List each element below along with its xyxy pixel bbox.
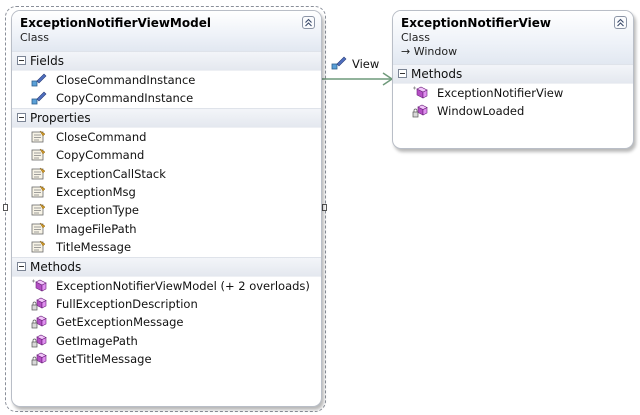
property-icon <box>31 148 46 161</box>
method-icon <box>31 315 47 329</box>
property-name: CopyCommand <box>56 148 145 163</box>
method-name: GetTitleMessage <box>56 352 152 367</box>
method-row[interactable]: GetTitleMessage <box>12 350 321 368</box>
class-header[interactable]: ExceptionNotifierViewModel Class <box>12 11 321 51</box>
method-row[interactable]: FullExceptionDescription <box>12 295 321 313</box>
collapse-toggle-icon[interactable] <box>398 69 407 78</box>
field-row[interactable]: CopyCommandInstance <box>12 89 321 107</box>
section-label: Methods <box>411 67 463 81</box>
property-row[interactable]: ExceptionType <box>12 201 321 219</box>
method-name: GetExceptionMessage <box>56 315 184 330</box>
section-header-properties[interactable]: Properties <box>12 107 321 128</box>
property-name: ExceptionMsg <box>56 184 136 199</box>
collapse-chevron-icon[interactable] <box>614 16 627 29</box>
collapse-chevron-icon[interactable] <box>302 16 315 29</box>
property-row[interactable]: TitleMessage <box>12 238 321 256</box>
property-name: TitleMessage <box>56 240 132 255</box>
method-icon <box>31 297 47 311</box>
method-name: WindowLoaded <box>437 104 525 119</box>
class-shape-view-model[interactable]: ExceptionNotifierViewModel Class Fields … <box>11 10 322 407</box>
property-row[interactable]: CloseCommand <box>12 128 321 146</box>
property-icon <box>31 130 46 143</box>
constructor-icon <box>32 279 47 292</box>
collapse-toggle-icon[interactable] <box>17 261 26 271</box>
collapse-toggle-icon[interactable] <box>17 56 26 65</box>
property-name: ImageFilePath <box>56 221 137 236</box>
property-row[interactable]: CopyCommand <box>12 146 321 164</box>
method-row[interactable]: GetExceptionMessage <box>12 313 321 331</box>
method-name: ExceptionNotifierView <box>437 86 564 100</box>
method-name: GetImagePath <box>56 333 138 348</box>
association-label[interactable]: View <box>352 57 379 71</box>
section-header-fields[interactable]: Fields <box>12 51 321 71</box>
section-label: Properties <box>30 110 91 125</box>
section-label: Methods <box>30 259 82 274</box>
property-icon <box>31 185 46 198</box>
section-header-methods[interactable]: Methods <box>12 256 321 277</box>
section-header-methods[interactable]: Methods <box>393 64 633 84</box>
property-name: ExceptionType <box>56 203 140 218</box>
method-row[interactable]: WindowLoaded <box>393 102 633 120</box>
class-title: ExceptionNotifierViewModel <box>20 16 211 30</box>
property-row[interactable]: ExceptionMsg <box>12 183 321 201</box>
method-name: ExceptionNotifierViewModel (+ 2 overload… <box>56 278 310 293</box>
method-icon <box>31 334 47 348</box>
property-icon <box>31 222 46 235</box>
collapse-toggle-icon[interactable] <box>17 112 26 122</box>
property-icon <box>31 240 46 253</box>
field-name: CloseCommandInstance <box>56 73 196 87</box>
field-name: CopyCommandInstance <box>56 91 194 106</box>
method-icon <box>31 352 47 366</box>
method-row[interactable]: GetImagePath <box>12 332 321 350</box>
class-kind: Class <box>401 31 430 44</box>
class-shape-view[interactable]: ExceptionNotifierView Class → Window Met… <box>392 10 634 149</box>
method-icon <box>412 105 428 118</box>
field-row[interactable]: CloseCommandInstance <box>12 71 321 89</box>
field-icon <box>31 91 47 105</box>
method-row[interactable]: ExceptionNotifierView <box>393 84 633 102</box>
class-header[interactable]: ExceptionNotifierView Class → Window <box>393 11 633 64</box>
association-field-icon <box>331 56 347 70</box>
class-title: ExceptionNotifierView <box>401 16 551 30</box>
property-name: CloseCommand <box>56 129 147 144</box>
property-row[interactable]: ExceptionCallStack <box>12 165 321 183</box>
property-icon <box>31 204 46 216</box>
property-name: ExceptionCallStack <box>56 166 166 181</box>
constructor-icon <box>413 86 428 99</box>
method-row[interactable]: ExceptionNotifierViewModel (+ 2 overload… <box>12 277 321 295</box>
method-name: FullExceptionDescription <box>56 296 198 311</box>
field-icon <box>31 73 47 87</box>
property-icon <box>31 167 46 179</box>
property-row[interactable]: ImageFilePath <box>12 220 321 238</box>
base-class-label: → Window <box>401 45 458 58</box>
class-kind: Class <box>20 31 49 44</box>
section-label: Fields <box>30 54 64 68</box>
